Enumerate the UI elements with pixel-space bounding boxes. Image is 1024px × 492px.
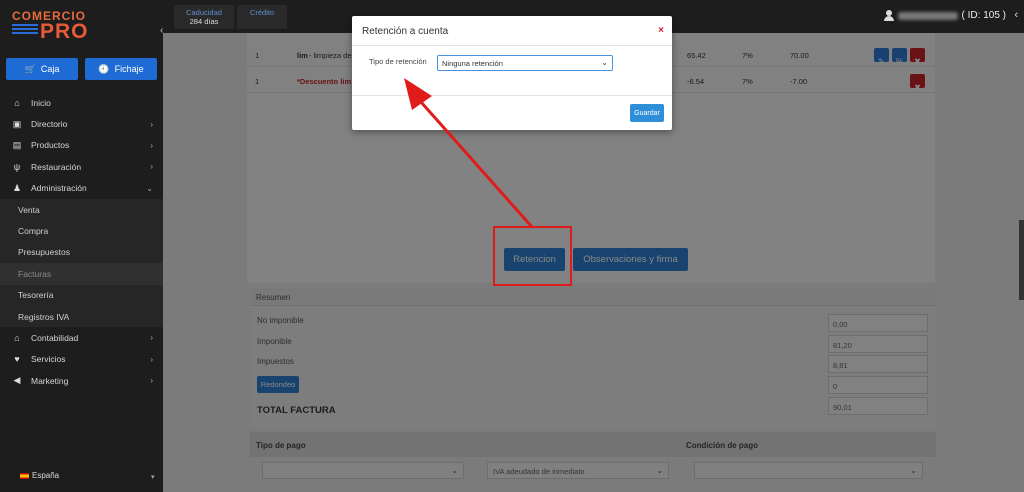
sidebar-item-label: Restauración [31,161,82,172]
caducidad-card: Caducidad 284 días [174,5,234,29]
modal-divider [352,95,672,96]
caducidad-value: 284 días [189,17,219,26]
language-selector[interactable]: España [20,471,59,480]
guardar-button[interactable]: Guardar [630,104,664,122]
sidebar: COMERCIO PRO 🛒 Caja 🕘 Fichaje ⌂ Inicio ▣… [0,0,163,492]
tipo-retencion-label: Tipo de retención [369,57,427,66]
sidebar-subitem-label: Venta [18,204,40,215]
user-name-blurred [897,11,958,20]
sidebar-item-productos[interactable]: ▤ Productos › [0,135,163,156]
modal-title: Retención a cuenta [362,26,449,37]
caducidad-title: Caducidad [186,8,222,17]
sidebar-subitem-label: Tesorería [18,290,54,301]
bank-icon: ⌂ [14,332,20,343]
sidebar-nav: ⌂ Inicio ▣ Directorio › ▤ Productos › ψ … [0,92,163,391]
credito-title: Crédito [249,8,275,17]
clock-icon: 🕘 [98,63,110,74]
chevron-right-icon: › [150,376,153,386]
megaphone-icon: ◀ [13,375,21,386]
sidebar-item-label: Directorio [31,119,68,130]
sidebar-subitem-tesoreria[interactable]: Tesorería [0,285,163,306]
box-icon: ▤ [12,139,22,150]
chevron-left-icon[interactable]: ‹ [1014,9,1018,21]
contact-card-icon: ▣ [12,118,22,129]
retencion-modal: Retención a cuenta × Tipo de retención N… [352,16,672,130]
cart-icon: 🛒 [24,63,36,74]
brand-logo[interactable]: COMERCIO PRO [12,10,92,43]
caja-button[interactable]: 🛒 Caja [6,58,78,80]
sidebar-item-servicios[interactable]: ♥ Servicios › [0,349,163,370]
user-icon [883,10,894,21]
tipo-retencion-select[interactable]: Ninguna retención ⌄ [437,55,613,71]
sidebar-item-directorio[interactable]: ▣ Directorio › [0,113,163,134]
sidebar-item-marketing[interactable]: ◀ Marketing › [0,370,163,391]
home-icon: ⌂ [14,97,20,108]
sidebar-submenu-administracion: Venta Compra Presupuestos Facturas Tesor… [0,198,163,328]
chevron-down-icon[interactable]: ▾ [151,473,155,481]
tipo-retencion-value: Ninguna retención [442,59,503,68]
chevron-right-icon: › [150,162,153,172]
sidebar-item-label: Administración [31,183,87,194]
cutlery-icon: ψ [13,161,21,172]
sidebar-subitem-label: Facturas [18,268,52,279]
chevron-right-icon: › [150,333,153,343]
sidebar-item-label: Inicio [31,97,51,108]
sidebar-item-administracion[interactable]: ♟ Administración ⌄ [0,178,163,199]
brand-stripes [12,24,38,40]
spain-flag-icon [20,472,29,479]
sidebar-subitem-presupuestos[interactable]: Presupuestos [0,242,163,263]
chevron-right-icon: › [150,119,153,129]
sidebar-subitem-label: Presupuestos [18,247,70,258]
chevron-down-icon: ⌄ [601,58,608,67]
sidebar-subitem-facturas[interactable]: Facturas [0,263,163,285]
sidebar-item-label: Contabilidad [31,332,79,343]
modal-header: Retención a cuenta × [352,16,672,46]
brand-line2: PRO [40,20,89,43]
fichaje-label: Fichaje [114,64,144,74]
sidebar-item-contabilidad[interactable]: ⌂ Contabilidad › [0,327,163,348]
sidebar-item-inicio[interactable]: ⌂ Inicio [0,92,163,113]
sidebar-subitem-compra[interactable]: Compra [0,220,163,241]
chevron-right-icon: › [150,140,153,150]
sidebar-subitem-label: Registros IVA [18,311,70,322]
sidebar-subitem-registros-iva[interactable]: Registros IVA [0,306,163,327]
sidebar-subitem-venta[interactable]: Venta [0,199,163,220]
close-icon[interactable]: × [658,25,664,36]
fichaje-button[interactable]: 🕘 Fichaje [85,58,157,80]
sidebar-collapse-icon[interactable]: ‹ [160,25,170,39]
chevron-right-icon: › [150,354,153,364]
caja-label: Caja [40,64,60,74]
sidebar-item-label: Servicios [31,354,66,365]
user-menu[interactable]: ( ID: 105 ) [883,10,1006,21]
language-label: España [32,471,60,480]
user-id: ( ID: 105 ) [961,10,1006,21]
sidebar-item-label: Productos [31,140,70,151]
sidebar-subitem-label: Compra [18,226,49,237]
user-tie-icon: ♟ [12,182,22,193]
scrollbar-thumb[interactable] [1019,220,1024,300]
highlight-box-front [493,226,572,286]
credito-card: Crédito [237,5,287,29]
sidebar-item-restauracion[interactable]: ψ Restauración › [0,156,163,177]
sidebar-item-label: Marketing [31,375,69,386]
chevron-down-icon: ⌄ [146,183,153,193]
handshake-icon: ♥ [14,354,20,365]
